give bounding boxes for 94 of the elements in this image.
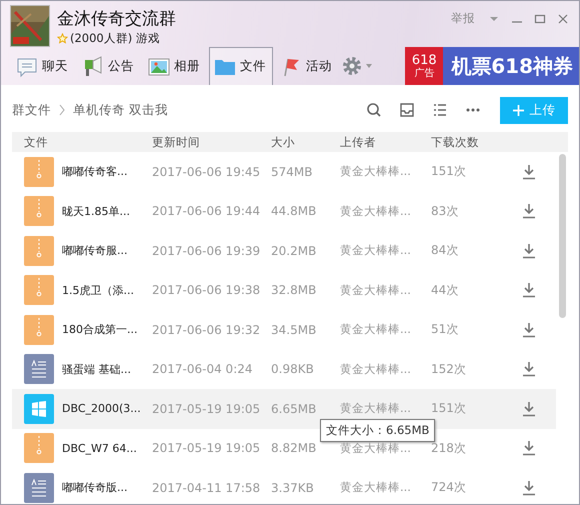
download-icon[interactable] — [521, 203, 537, 220]
file-name: DBC_W7 64... — [62, 442, 138, 455]
breadcrumb-item[interactable]: 群文件 — [12, 102, 51, 118]
table-cell-text: 51次 — [431, 321, 460, 338]
download-icon[interactable] — [521, 164, 537, 180]
advertisement-banner[interactable]: 618 广告 机票618神券 — [405, 47, 579, 85]
ad-logo-number: 618 — [412, 54, 437, 66]
table-cell-text: 2017-06-06 19:45 — [152, 164, 262, 179]
file-name: 嘟嘟传奇服... — [62, 243, 128, 258]
table-cell-text: 黄金大棒棒... — [340, 282, 412, 298]
table-cell-text: 黄金大棒棒... — [340, 243, 412, 258]
table-cell-text: 2017-06-06 19:32 — [152, 322, 262, 337]
file-name: 1.5虎卫（添... — [62, 282, 135, 298]
download-icon[interactable] — [521, 282, 537, 298]
table-cell-text: 2017-06-06 19:44 — [152, 204, 262, 218]
inbox-icon[interactable] — [399, 102, 415, 118]
tab[interactable]: 相册 — [143, 47, 207, 85]
table-cell-text: 2017-06-06 19:39 — [152, 244, 262, 258]
search-icon[interactable] — [366, 102, 382, 118]
file-name: 180合成第一... — [62, 322, 138, 338]
file-name: DBC_2000(3... — [62, 402, 142, 416]
archive-icon — [24, 275, 54, 306]
archive-icon — [24, 196, 54, 226]
table-cell-text: 0.98KB — [271, 362, 315, 376]
table-cell-text: 724次 — [431, 479, 467, 496]
tab[interactable]: 聊天 — [11, 47, 75, 85]
table-cell-text: 2017-04-11 17:58 — [152, 480, 262, 495]
table-cell-text: 20.2MB — [271, 244, 318, 258]
table-cell-text: 218次 — [431, 440, 467, 457]
table-cell-text: 84次 — [431, 242, 460, 260]
download-icon[interactable] — [521, 440, 537, 456]
tab[interactable]: 公告 — [77, 47, 141, 85]
chat-icon — [16, 56, 38, 78]
ad-text: 机票618神券 — [443, 47, 579, 85]
column-header[interactable]: 文件 — [24, 134, 152, 150]
table-cell-text: 151次 — [431, 163, 467, 180]
table-cell-text: 2017-06-04 0:24 — [152, 362, 254, 376]
table-cell-text: 黄金大棒棒... — [340, 440, 412, 456]
download-icon[interactable] — [521, 242, 537, 259]
table-cell-text: 83次 — [431, 202, 460, 220]
file-name: 嘟嘟传奇版... — [62, 480, 128, 496]
close-icon[interactable] — [557, 12, 569, 24]
scrollbar[interactable] — [559, 154, 566, 318]
table-cell-text: 44.8MB — [271, 204, 318, 218]
maximize-icon[interactable] — [534, 12, 546, 24]
star-icon — [57, 33, 68, 44]
archive-icon — [24, 236, 54, 266]
table-cell-text: 黄金大棒棒... — [340, 164, 412, 180]
table-cell-text: 152次 — [431, 360, 467, 378]
file-name: 骚蛋端 基础... — [62, 362, 132, 377]
column-header[interactable]: 上传者 — [340, 134, 431, 150]
megaphone-icon — [82, 56, 104, 78]
plus-icon — [512, 104, 524, 116]
ad-logo-text: 广告 — [414, 68, 434, 78]
table-cell-text: 2017-05-19 19:05 — [152, 402, 262, 416]
column-header[interactable]: 更新时间 — [152, 134, 271, 150]
table-cell-text: 3.37KB — [271, 480, 315, 495]
archive-icon — [24, 156, 54, 187]
table-cell-text: 6.65MB — [271, 402, 318, 416]
column-header[interactable]: 大小 — [271, 134, 340, 150]
table-cell-text: 黄金大棒棒... — [340, 322, 412, 338]
archive-icon — [24, 314, 54, 345]
group-name: 金沐传奇交流群 — [57, 9, 176, 29]
chevron-icon — [59, 104, 65, 116]
table-cell-text: 44次 — [431, 282, 460, 299]
table-cell-text: 2017-05-19 19:05 — [152, 441, 262, 456]
tab[interactable]: 活动 — [275, 47, 339, 85]
breadcrumb-item[interactable]: 单机传奇 双击我 — [73, 102, 168, 118]
table-cell-text: 黄金大棒棒... — [340, 480, 412, 496]
group-info: (2000人群) 游戏 — [70, 31, 160, 46]
download-icon[interactable] — [521, 400, 537, 417]
archive-icon — [24, 433, 54, 464]
table-cell-text: 黄金大棒棒... — [340, 401, 412, 416]
download-icon[interactable] — [521, 480, 537, 496]
column-header[interactable]: 下载次数 — [431, 134, 479, 150]
table-cell-text: 8.82MB — [271, 441, 318, 456]
download-icon[interactable] — [521, 322, 537, 338]
table-cell-text: 黄金大棒棒... — [340, 204, 412, 219]
tooltip: 文件大小：6.65MB — [320, 419, 436, 442]
table-cell-text: 黄金大棒棒... — [340, 362, 412, 377]
file-name: 嘟嘟传奇客... — [62, 164, 128, 180]
table-cell-text: 574MB — [271, 164, 314, 179]
list-icon[interactable] — [432, 102, 448, 118]
table-cell-text: 151次 — [431, 400, 467, 418]
file-name: 昽天1.85单... — [62, 204, 131, 219]
settings-icon[interactable] — [341, 55, 375, 77]
tab[interactable]: 文件 — [209, 47, 273, 85]
download-icon[interactable] — [521, 361, 537, 378]
table-cell-text: 34.5MB — [271, 322, 318, 337]
table-cell-text: 2017-06-06 19:38 — [152, 283, 262, 298]
table-cell-text: 32.8MB — [271, 283, 318, 298]
windows-icon — [24, 394, 54, 424]
text-file-icon — [24, 354, 54, 384]
image-icon — [148, 56, 170, 78]
